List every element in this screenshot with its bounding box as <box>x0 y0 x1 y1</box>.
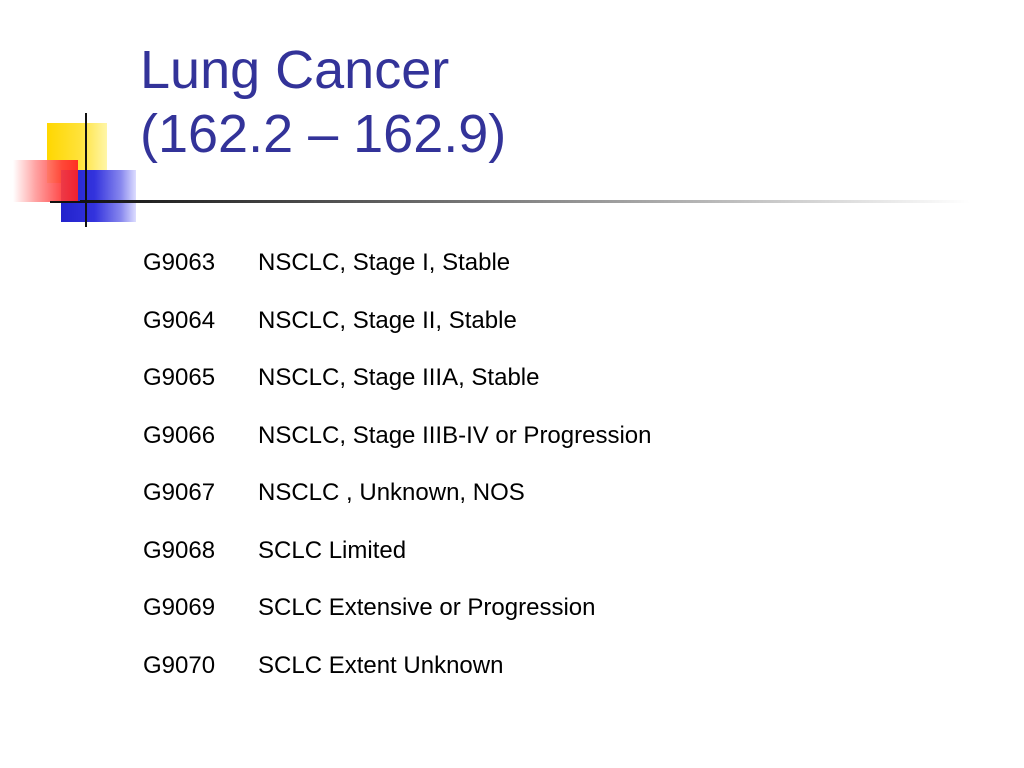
list-item: G9064 NSCLC, Stage II, Stable <box>143 304 652 362</box>
item-code: G9065 <box>143 364 216 391</box>
list-item: G9070 SCLC Extent Unknown <box>143 649 652 707</box>
slide-title-line-2: (162.2 – 162.9) <box>140 104 507 164</box>
item-description: NSCLC , Unknown, NOS <box>258 479 525 506</box>
item-description: SCLC Extent Unknown <box>258 651 504 679</box>
item-code: G9069 <box>143 594 216 621</box>
item-description: SCLC Limited <box>258 536 407 564</box>
item-code: G9070 <box>143 651 216 679</box>
item-code: G9067 <box>143 479 216 506</box>
item-description: NSCLC, Stage I, Stable <box>258 249 511 276</box>
item-description: SCLC Extensive or Progression <box>258 594 596 621</box>
slide-title-line-1: Lung Cancer <box>140 40 450 100</box>
item-code: G9063 <box>143 249 216 276</box>
slide-title: Lung Cancer (162.2 – 162.9) <box>140 38 506 166</box>
list-item: G9069 SCLC Extensive or Progression <box>143 591 652 649</box>
item-description: NSCLC, Stage IIIA, Stable <box>258 364 540 391</box>
item-code: G9068 <box>143 536 216 564</box>
item-code: G9064 <box>143 306 216 334</box>
decorative-vertical-line <box>85 113 87 227</box>
item-code: G9066 <box>143 421 216 449</box>
decorative-red-square <box>13 160 78 202</box>
list-item: G9066 NSCLC, Stage IIIB-IV or Progression <box>143 419 652 477</box>
slide: Lung Cancer (162.2 – 162.9) G9063 NSCLC, … <box>0 0 1024 768</box>
list-item: G9065 NSCLC, Stage IIIA, Stable <box>143 361 652 419</box>
item-description: NSCLC, Stage IIIB-IV or Progression <box>258 421 652 449</box>
list-item: G9063 NSCLC, Stage I, Stable <box>143 246 652 304</box>
code-list: G9063 NSCLC, Stage I, Stable G9064 NSCLC, … <box>143 246 652 706</box>
list-item: G9067 NSCLC , Unknown, NOS <box>143 476 652 534</box>
item-description: NSCLC, Stage II, Stable <box>258 306 517 334</box>
list-item: G9068 SCLC Limited <box>143 534 652 592</box>
title-underline-rule <box>80 200 970 203</box>
